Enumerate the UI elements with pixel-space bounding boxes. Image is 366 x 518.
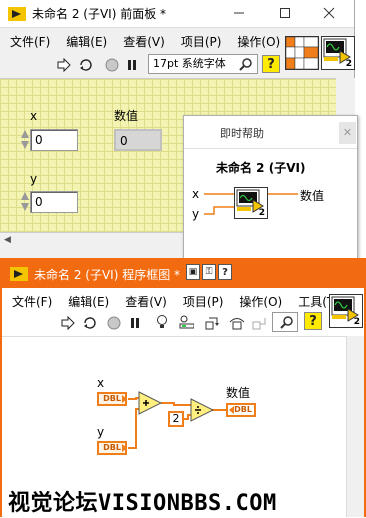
- add-function-node[interactable]: [138, 391, 163, 415]
- vi-icon-number: 2: [345, 59, 352, 69]
- search-icon[interactable]: [279, 314, 295, 330]
- y-terminal-label: y: [97, 425, 105, 439]
- connector-pane[interactable]: [285, 36, 319, 70]
- menu-file[interactable]: 文件(F): [4, 293, 60, 310]
- menu-file[interactable]: 文件(F): [2, 33, 58, 50]
- x-control-label: x: [30, 109, 38, 123]
- context-help-icon-number: 2: [258, 208, 265, 218]
- output-indicator-label: 数值: [114, 109, 139, 123]
- output-terminal-label: 数值: [226, 386, 251, 400]
- output-dbl-text: DBL: [234, 405, 252, 414]
- context-help-title: 即时帮助: [220, 127, 264, 140]
- run-arrow-icon[interactable]: [60, 315, 76, 331]
- context-help-vi-icon: 2: [234, 187, 268, 219]
- x-terminal-label: x: [97, 376, 105, 390]
- output-dbl-indicator[interactable]: DBL: [226, 403, 256, 417]
- help-icon[interactable]: ?: [262, 55, 280, 73]
- probe-icon[interactable]: [178, 314, 194, 330]
- context-help-window: 即时帮助 ✕ 未命名 2 (子VI) x y 数值 2: [183, 115, 358, 263]
- menu-project[interactable]: 项目(P): [175, 293, 232, 310]
- vi-icon[interactable]: 2: [321, 36, 355, 70]
- front-panel-title: 未命名 2 (子VI) 前面板 *: [32, 7, 167, 21]
- front-panel-titlebar[interactable]: 未命名 2 (子VI) 前面板 *: [0, 0, 354, 28]
- menu-view[interactable]: 查看(V): [115, 33, 173, 50]
- x-dbl-text: DBL: [103, 394, 121, 403]
- output-numeric-indicator: 0: [114, 129, 162, 151]
- minimize-icon[interactable]: [232, 6, 246, 20]
- highlight-bulb-icon[interactable]: [154, 314, 170, 330]
- menu-edit[interactable]: 编辑(E): [60, 293, 117, 310]
- context-help-body: 未命名 2 (子VI) x y 数值 2: [184, 148, 357, 262]
- pause-icon[interactable]: [124, 57, 140, 73]
- labview-logo-icon: [8, 6, 26, 22]
- block-diagram-menubar: 文件(F) 编辑(E) 查看(V) 项目(P) 操作(O) 工具(T): [4, 290, 347, 312]
- step-over-icon[interactable]: [229, 315, 245, 331]
- y-dbl-text: DBL: [103, 443, 121, 452]
- abort-icon[interactable]: [104, 57, 120, 73]
- context-help-wires: [204, 193, 298, 215]
- context-help-titlebar[interactable]: 即时帮助: [184, 116, 357, 146]
- labview-logo-icon: [10, 266, 28, 282]
- block-diagram-vscrollbar[interactable]: [346, 336, 364, 517]
- lock-icon[interactable]: ⚿: [202, 264, 216, 280]
- tile-windows-icon[interactable]: ▣: [186, 264, 200, 280]
- block-diagram-icon-number: 2: [353, 317, 360, 327]
- watermark-text: 视觉论坛VISIONBBS.COM: [8, 491, 277, 516]
- help-small-icon[interactable]: ?: [218, 264, 232, 280]
- numeric-constant[interactable]: 2: [168, 411, 184, 427]
- step-into-icon[interactable]: [205, 315, 221, 331]
- step-out-icon[interactable]: [252, 315, 268, 331]
- maximize-icon[interactable]: [278, 6, 292, 20]
- y-control-label: y: [30, 172, 38, 186]
- run-arrow-icon[interactable]: [56, 57, 72, 73]
- search-icon[interactable]: [238, 56, 254, 72]
- menu-project[interactable]: 项目(P): [173, 33, 230, 50]
- block-diagram-titlebar[interactable]: 未命名 2 (子VI) 程序框图 *: [2, 260, 364, 288]
- scroll-left-icon[interactable]: ◀: [4, 235, 11, 245]
- context-help-close-area[interactable]: ✕: [339, 122, 356, 144]
- y-increment-decrement[interactable]: [20, 191, 30, 213]
- menu-operate[interactable]: 操作(O): [231, 293, 290, 310]
- menu-operate[interactable]: 操作(O): [229, 33, 288, 50]
- x-numeric-control[interactable]: 0: [30, 129, 78, 151]
- abort-icon[interactable]: [106, 315, 122, 331]
- menu-view[interactable]: 查看(V): [117, 293, 175, 310]
- block-diagram-vi-icon[interactable]: 2: [329, 294, 363, 328]
- run-continuous-icon[interactable]: [82, 315, 98, 331]
- block-diagram-window: 未命名 2 (子VI) 程序框图 * ▣ ⚿ ? 文件(F) 编辑(E) 查看(…: [0, 258, 366, 517]
- x-increment-decrement[interactable]: [20, 129, 30, 151]
- divide-function-node[interactable]: [190, 398, 215, 422]
- pause-icon[interactable]: [127, 315, 143, 331]
- x-dbl-terminal[interactable]: DBL: [97, 392, 127, 406]
- help-icon[interactable]: ?: [304, 312, 322, 330]
- front-panel-menubar: 文件(F) 编辑(E) 查看(V) 项目(P) 操作(O): [2, 30, 288, 52]
- y-dbl-terminal[interactable]: DBL: [97, 441, 127, 455]
- run-continuous-icon[interactable]: [78, 57, 94, 73]
- y-numeric-control[interactable]: 0: [30, 191, 78, 213]
- block-diagram-title: 未命名 2 (子VI) 程序框图 *: [34, 267, 181, 282]
- menu-edit[interactable]: 编辑(E): [58, 33, 115, 50]
- close-icon[interactable]: [322, 6, 336, 20]
